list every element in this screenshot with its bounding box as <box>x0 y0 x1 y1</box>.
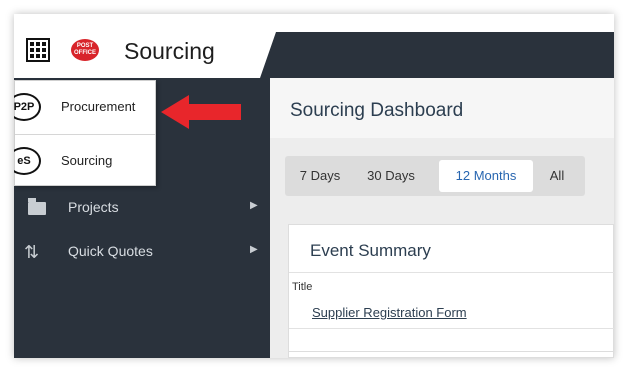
sidebar-item-label: Quick Quotes <box>68 243 153 259</box>
es-badge-icon: eS <box>14 147 41 175</box>
divider <box>289 328 614 329</box>
app-window: POST OFFICE Sourcing Projects ▶ ⇅ Quick … <box>14 14 614 358</box>
menu-item-sourcing[interactable]: eS Sourcing <box>14 134 155 186</box>
tab-7-days[interactable]: 7 Days <box>289 160 351 192</box>
menu-item-label: Procurement <box>61 99 136 114</box>
chevron-right-icon: ▶ <box>250 200 258 211</box>
page-title: Sourcing Dashboard <box>290 100 464 121</box>
tab-12-months[interactable]: 12 Months <box>439 160 533 192</box>
red-arrow-icon <box>161 95 241 129</box>
post-office-logo: POST OFFICE <box>71 39 99 61</box>
date-range-tabs: 7 Days 30 Days 12 Months All <box>285 156 585 196</box>
card-title: Event Summary <box>310 241 431 260</box>
app-title: Sourcing <box>124 38 215 64</box>
dashboard-header: Sourcing Dashboard <box>270 78 614 138</box>
app-switcher-menu: P2P Procurement eS Sourcing <box>14 80 156 186</box>
tab-all[interactable]: All <box>539 160 575 192</box>
event-link[interactable]: Supplier Registration Form <box>312 305 467 320</box>
main-content: Sourcing Dashboard 7 Days 30 Days 12 Mon… <box>270 78 614 358</box>
divider <box>289 272 614 273</box>
header-left: POST OFFICE Sourcing <box>14 14 276 78</box>
tab-30-days[interactable]: 30 Days <box>355 160 427 192</box>
chevron-right-icon: ▶ <box>250 244 258 255</box>
sort-arrows-icon: ⇅ <box>24 242 40 262</box>
event-summary-card: Event Summary Title Supplier Registratio… <box>288 224 614 358</box>
folder-icon <box>24 198 46 218</box>
p2p-badge-icon: P2P <box>14 93 41 121</box>
menu-item-label: Sourcing <box>61 153 113 168</box>
column-header-title: Title <box>292 281 313 293</box>
next-card-edge <box>289 351 614 358</box>
apps-grid-icon[interactable] <box>26 38 50 62</box>
header-bar <box>260 32 614 78</box>
menu-item-procurement[interactable]: P2P Procurement <box>14 81 155 133</box>
sidebar-item-quick-quotes[interactable]: ⇅ Quick Quotes ▶ <box>14 236 270 268</box>
sidebar-item-projects[interactable]: Projects ▶ <box>14 192 270 224</box>
sidebar-item-label: Projects <box>68 199 119 215</box>
